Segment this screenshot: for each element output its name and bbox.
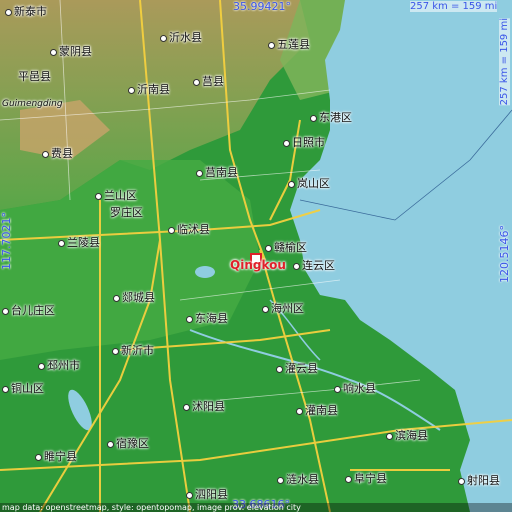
label-lanshan: 岚山区 [288,178,330,190]
label-donghai: 东海县 [186,313,228,325]
label-junan: 莒南县 [196,167,238,179]
label-lianyun: 连云区 [293,260,335,272]
label-guannan: 灌南县 [296,405,338,417]
label-xiangshui: 响水县 [334,383,376,395]
scale-bar-right: 257 km = 159 mi [499,18,510,106]
label-siyang: 泗阳县 [186,489,228,501]
label-pizhou: 邳州市 [38,360,80,372]
map-view[interactable]: 新泰市 沂水县 五莲县 蒙阴县 平邑县 莒县 Guimengding 沂南县 东… [0,0,512,512]
label-juxian: 莒县 [193,76,224,88]
place-name-label: Qingkou [230,258,286,272]
map-attribution: map data: openstreetmap, style: opentopo… [0,503,512,512]
label-guimengding: Guimengding [2,99,63,109]
label-rizhao: 日照市 [283,137,325,149]
label-guanyun: 灌云县 [276,363,318,375]
lake-shijiu [195,266,215,278]
coord-top: 35.99421° [233,0,291,13]
label-feixian: 费县 [42,148,73,160]
label-xinyi: 新沂市 [112,345,154,357]
label-shuyang: 沭阳县 [183,401,225,413]
label-haizhou: 海州区 [262,303,304,315]
label-suining: 睢宁县 [35,451,77,463]
label-wulian: 五莲县 [268,39,310,51]
coord-left: 117.7021° [0,212,13,270]
label-lanshan-linyi: 兰山区 [95,190,137,202]
label-taierzhuang: 台儿庄区 [2,305,55,317]
label-binhai: 滨海县 [386,430,428,442]
label-ganyu: 赣榆区 [265,242,307,254]
label-pingyi: 平邑县 [18,70,51,83]
scale-bar-top: 257 km = 159 mi [410,1,498,12]
label-luozhuang: 罗庄区 [110,206,143,219]
label-sheyang: 射阳县 [458,475,500,487]
label-xintai: 新泰市 [5,6,47,18]
label-linshu: 临沭县 [168,224,210,236]
label-suyu: 宿豫区 [107,438,149,450]
label-tongshan: 铜山区 [2,383,44,395]
coord-right: 120.5146° [498,225,511,283]
label-lanling: 兰陵县 [58,237,100,249]
label-lianshui: 涟水县 [277,474,319,486]
label-tancheng: 郯城县 [113,292,155,304]
label-yinan: 沂南县 [128,84,170,96]
label-funing: 阜宁县 [345,473,387,485]
label-donggang: 东港区 [310,112,352,124]
label-yishui: 沂水县 [160,32,202,44]
label-mengyin: 蒙阴县 [50,46,92,58]
